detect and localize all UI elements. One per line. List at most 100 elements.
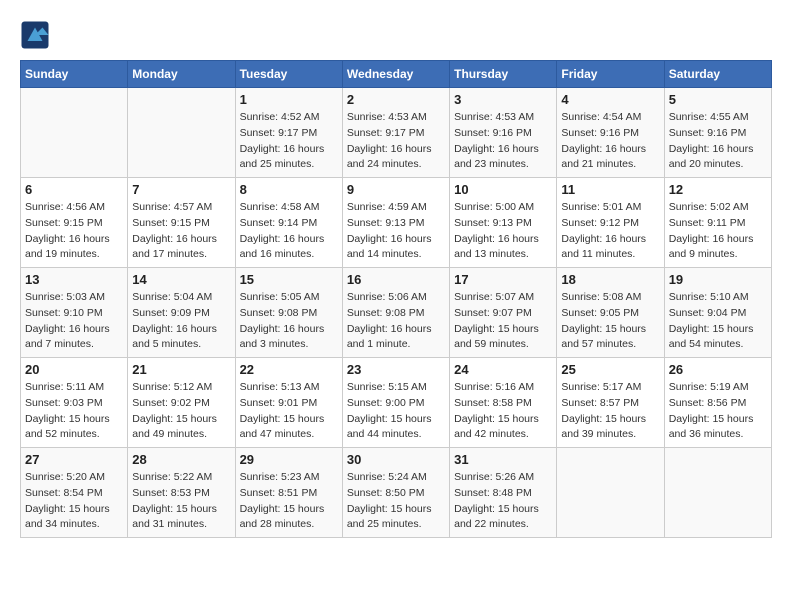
day-info: Sunrise: 5:11 AM Sunset: 9:03 PM Dayligh… [25, 380, 123, 443]
day-info: Sunrise: 5:07 AM Sunset: 9:07 PM Dayligh… [454, 290, 552, 353]
day-number: 13 [25, 272, 123, 287]
day-number: 28 [132, 452, 230, 467]
day-info: Sunrise: 5:24 AM Sunset: 8:50 PM Dayligh… [347, 470, 445, 533]
day-number: 18 [561, 272, 659, 287]
weekday-saturday: Saturday [664, 61, 771, 88]
day-info: Sunrise: 5:23 AM Sunset: 8:51 PM Dayligh… [240, 470, 338, 533]
day-number: 4 [561, 92, 659, 107]
day-info: Sunrise: 5:26 AM Sunset: 8:48 PM Dayligh… [454, 470, 552, 533]
calendar-cell: 30 Sunrise: 5:24 AM Sunset: 8:50 PM Dayli… [342, 448, 449, 538]
week-row-3: 13 Sunrise: 5:03 AM Sunset: 9:10 PM Dayli… [21, 268, 772, 358]
day-number: 26 [669, 362, 767, 377]
calendar-body: 1 Sunrise: 4:52 AM Sunset: 9:17 PM Daylig… [21, 88, 772, 538]
day-number: 29 [240, 452, 338, 467]
day-number: 24 [454, 362, 552, 377]
day-number: 17 [454, 272, 552, 287]
calendar-cell: 8 Sunrise: 4:58 AM Sunset: 9:14 PM Daylig… [235, 178, 342, 268]
calendar-cell: 3 Sunrise: 4:53 AM Sunset: 9:16 PM Daylig… [450, 88, 557, 178]
day-number: 20 [25, 362, 123, 377]
calendar-cell: 15 Sunrise: 5:05 AM Sunset: 9:08 PM Dayli… [235, 268, 342, 358]
page-header [20, 20, 772, 50]
calendar-cell: 18 Sunrise: 5:08 AM Sunset: 9:05 PM Dayli… [557, 268, 664, 358]
week-row-2: 6 Sunrise: 4:56 AM Sunset: 9:15 PM Daylig… [21, 178, 772, 268]
day-number: 31 [454, 452, 552, 467]
day-number: 30 [347, 452, 445, 467]
weekday-friday: Friday [557, 61, 664, 88]
logo [20, 20, 54, 50]
day-info: Sunrise: 4:52 AM Sunset: 9:17 PM Dayligh… [240, 110, 338, 173]
calendar-cell: 25 Sunrise: 5:17 AM Sunset: 8:57 PM Dayli… [557, 358, 664, 448]
day-info: Sunrise: 5:19 AM Sunset: 8:56 PM Dayligh… [669, 380, 767, 443]
day-number: 22 [240, 362, 338, 377]
weekday-monday: Monday [128, 61, 235, 88]
day-info: Sunrise: 5:16 AM Sunset: 8:58 PM Dayligh… [454, 380, 552, 443]
calendar-cell: 10 Sunrise: 5:00 AM Sunset: 9:13 PM Dayli… [450, 178, 557, 268]
week-row-5: 27 Sunrise: 5:20 AM Sunset: 8:54 PM Dayli… [21, 448, 772, 538]
calendar-cell: 27 Sunrise: 5:20 AM Sunset: 8:54 PM Dayli… [21, 448, 128, 538]
calendar-cell: 17 Sunrise: 5:07 AM Sunset: 9:07 PM Dayli… [450, 268, 557, 358]
day-number: 21 [132, 362, 230, 377]
day-info: Sunrise: 4:57 AM Sunset: 9:15 PM Dayligh… [132, 200, 230, 263]
calendar-cell: 31 Sunrise: 5:26 AM Sunset: 8:48 PM Dayli… [450, 448, 557, 538]
calendar-cell: 19Sunrise: 5:10 AM Sunset: 9:04 PM Dayli… [664, 268, 771, 358]
day-number: 1 [240, 92, 338, 107]
calendar-cell [664, 448, 771, 538]
calendar-cell [128, 88, 235, 178]
calendar-cell: 14Sunrise: 5:04 AM Sunset: 9:09 PM Dayli… [128, 268, 235, 358]
day-info: Sunrise: 5:20 AM Sunset: 8:54 PM Dayligh… [25, 470, 123, 533]
day-info: Sunrise: 5:06 AM Sunset: 9:08 PM Dayligh… [347, 290, 445, 353]
day-number: 10 [454, 182, 552, 197]
calendar-cell: 12 Sunrise: 5:02 AM Sunset: 9:11 PM Dayli… [664, 178, 771, 268]
calendar-cell: 7 Sunrise: 4:57 AM Sunset: 9:15 PM Daylig… [128, 178, 235, 268]
day-number: 9 [347, 182, 445, 197]
calendar-cell: 24 Sunrise: 5:16 AM Sunset: 8:58 PM Dayli… [450, 358, 557, 448]
day-info: Sunrise: 5:13 AM Sunset: 9:01 PM Dayligh… [240, 380, 338, 443]
day-info: Sunrise: 5:03 AM Sunset: 9:10 PM Dayligh… [25, 290, 123, 353]
day-info: Sunrise: 5:00 AM Sunset: 9:13 PM Dayligh… [454, 200, 552, 263]
day-info: Sunrise: 5:01 AM Sunset: 9:12 PM Dayligh… [561, 200, 659, 263]
calendar-table: SundayMondayTuesdayWednesdayThursdayFrid… [20, 60, 772, 538]
calendar-cell: 6 Sunrise: 4:56 AM Sunset: 9:15 PM Daylig… [21, 178, 128, 268]
day-info: Sunrise: 5:22 AM Sunset: 8:53 PM Dayligh… [132, 470, 230, 533]
day-number: 11 [561, 182, 659, 197]
day-number: 27 [25, 452, 123, 467]
day-number: 25 [561, 362, 659, 377]
day-info: Sunrise: 4:56 AM Sunset: 9:15 PM Dayligh… [25, 200, 123, 263]
day-number: 19 [669, 272, 767, 287]
calendar-cell: 13 Sunrise: 5:03 AM Sunset: 9:10 PM Dayli… [21, 268, 128, 358]
day-info: Sunrise: 4:53 AM Sunset: 9:16 PM Dayligh… [454, 110, 552, 173]
day-number: 7 [132, 182, 230, 197]
weekday-wednesday: Wednesday [342, 61, 449, 88]
calendar-cell: 2 Sunrise: 4:53 AM Sunset: 9:17 PM Daylig… [342, 88, 449, 178]
day-number: 5 [669, 92, 767, 107]
day-number: 16 [347, 272, 445, 287]
day-number: 12 [669, 182, 767, 197]
calendar-cell: 26 Sunrise: 5:19 AM Sunset: 8:56 PM Dayli… [664, 358, 771, 448]
day-info: Sunrise: 4:53 AM Sunset: 9:17 PM Dayligh… [347, 110, 445, 173]
day-info: Sunrise: 5:08 AM Sunset: 9:05 PM Dayligh… [561, 290, 659, 353]
day-number: 15 [240, 272, 338, 287]
week-row-1: 1 Sunrise: 4:52 AM Sunset: 9:17 PM Daylig… [21, 88, 772, 178]
day-info: Sunrise: 5:05 AM Sunset: 9:08 PM Dayligh… [240, 290, 338, 353]
calendar-cell: 20 Sunrise: 5:11 AM Sunset: 9:03 PM Dayli… [21, 358, 128, 448]
day-info: Sunrise: 5:02 AM Sunset: 9:11 PM Dayligh… [669, 200, 767, 263]
day-number: 2 [347, 92, 445, 107]
calendar-cell: 9Sunrise: 4:59 AM Sunset: 9:13 PM Daylig… [342, 178, 449, 268]
day-number: 8 [240, 182, 338, 197]
day-number: 14 [132, 272, 230, 287]
calendar-cell: 1 Sunrise: 4:52 AM Sunset: 9:17 PM Daylig… [235, 88, 342, 178]
day-info: Sunrise: 5:12 AM Sunset: 9:02 PM Dayligh… [132, 380, 230, 443]
day-number: 23 [347, 362, 445, 377]
day-number: 6 [25, 182, 123, 197]
weekday-header-row: SundayMondayTuesdayWednesdayThursdayFrid… [21, 61, 772, 88]
calendar-cell: 4Sunrise: 4:54 AM Sunset: 9:16 PM Daylig… [557, 88, 664, 178]
calendar-cell: 5Sunrise: 4:55 AM Sunset: 9:16 PM Daylig… [664, 88, 771, 178]
day-info: Sunrise: 5:17 AM Sunset: 8:57 PM Dayligh… [561, 380, 659, 443]
calendar-cell: 21 Sunrise: 5:12 AM Sunset: 9:02 PM Dayli… [128, 358, 235, 448]
weekday-tuesday: Tuesday [235, 61, 342, 88]
weekday-sunday: Sunday [21, 61, 128, 88]
day-info: Sunrise: 4:58 AM Sunset: 9:14 PM Dayligh… [240, 200, 338, 263]
calendar-cell [557, 448, 664, 538]
calendar-cell [21, 88, 128, 178]
day-number: 3 [454, 92, 552, 107]
